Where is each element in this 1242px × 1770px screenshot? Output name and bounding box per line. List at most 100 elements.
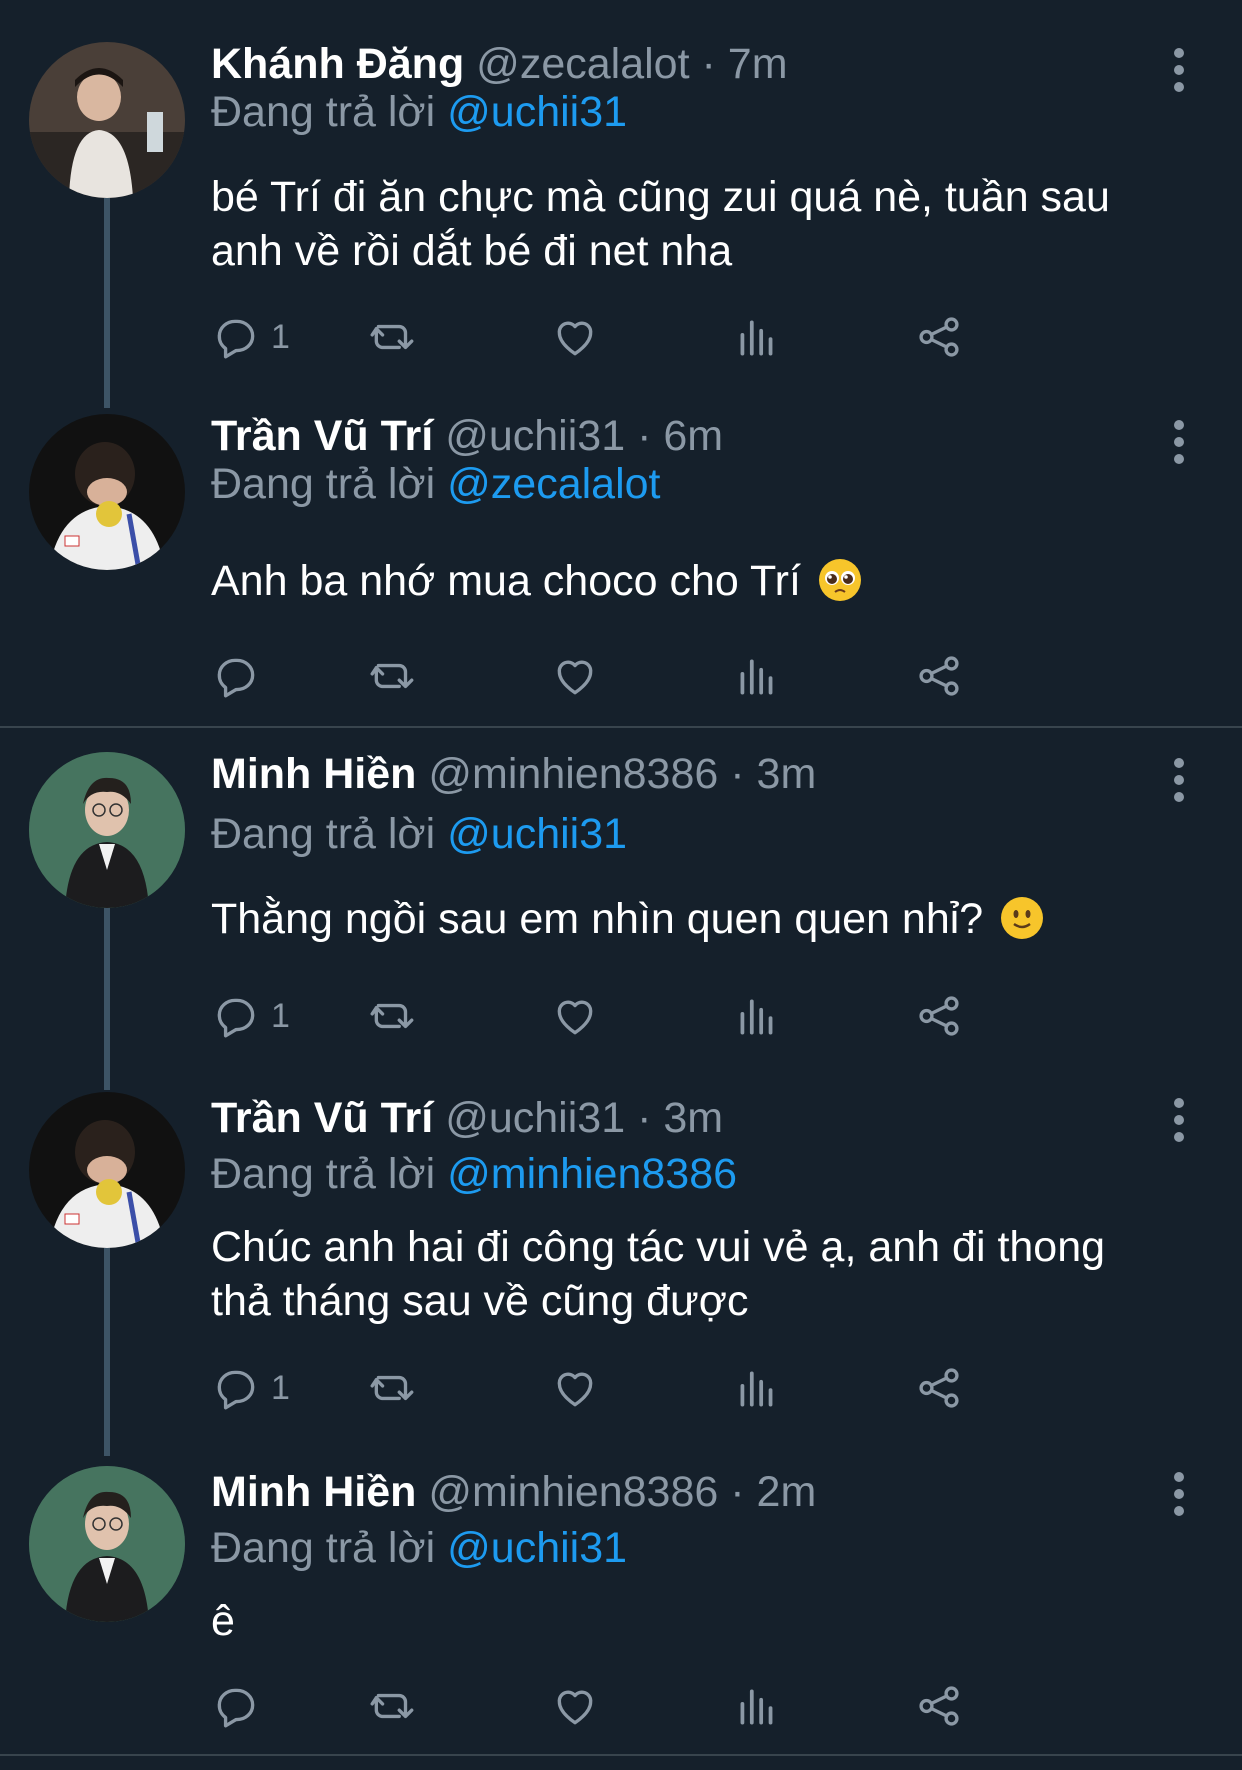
retweet-button[interactable] <box>368 309 418 365</box>
retweet-icon <box>368 312 418 362</box>
share-icon <box>914 651 964 701</box>
replying-to-label: Đang trả lời <box>211 460 436 508</box>
mention-link[interactable]: @uchii31 <box>447 810 627 858</box>
conversation-divider <box>0 1754 1242 1756</box>
more-vertical-icon[interactable] <box>1164 1472 1194 1516</box>
avatar[interactable] <box>29 42 185 198</box>
action-bar: 1 <box>211 1360 1111 1416</box>
author-handle[interactable]: @minhien8386 <box>428 750 718 798</box>
author-handle[interactable]: @minhien8386 <box>428 1468 718 1516</box>
author-name[interactable]: Khánh Đăng <box>211 40 464 88</box>
avatar[interactable] <box>29 1466 185 1622</box>
reply-button[interactable]: 1 <box>211 988 290 1044</box>
share-button[interactable] <box>914 1678 964 1734</box>
replying-to: Đang trả lời @uchii31 <box>211 1522 627 1574</box>
more-vertical-icon[interactable] <box>1164 420 1194 464</box>
tweet-text-container: Anh ba nhớ mua choco cho Trí <box>211 554 1161 608</box>
reply-icon <box>211 651 261 701</box>
replying-to-label: Đang trả lời <box>211 1524 436 1572</box>
timestamp[interactable]: 2m <box>757 1468 817 1516</box>
avatar[interactable] <box>29 1092 185 1248</box>
like-button[interactable] <box>550 1678 600 1734</box>
views-button[interactable] <box>732 1678 782 1734</box>
conversation-divider <box>0 726 1242 728</box>
more-vertical-icon[interactable] <box>1164 48 1194 92</box>
replying-to: Đang trả lời @zecalalot <box>211 458 661 510</box>
retweet-button[interactable] <box>368 988 418 1044</box>
replying-to-label: Đang trả lời <box>211 1150 436 1198</box>
views-button[interactable] <box>732 309 782 365</box>
like-button[interactable] <box>550 309 600 365</box>
retweet-icon <box>368 651 418 701</box>
retweet-button[interactable] <box>368 1678 418 1734</box>
more-vertical-icon[interactable] <box>1164 1098 1194 1142</box>
replying-to-label: Đang trả lời <box>211 810 436 858</box>
author-name[interactable]: Trần Vũ Trí <box>211 412 433 460</box>
mention-link[interactable]: @uchii31 <box>447 1524 627 1572</box>
author-name[interactable]: Trần Vũ Trí <box>211 1094 433 1142</box>
share-button[interactable] <box>914 648 964 704</box>
replying-to-label: Đang trả lời <box>211 88 436 136</box>
views-icon <box>732 1363 782 1413</box>
avatar[interactable] <box>29 414 185 570</box>
share-button[interactable] <box>914 988 964 1044</box>
retweet-button[interactable] <box>368 648 418 704</box>
timestamp[interactable]: 3m <box>757 750 817 798</box>
avatar[interactable] <box>29 752 185 908</box>
reply-icon <box>211 1363 261 1413</box>
views-button[interactable] <box>732 988 782 1044</box>
separator-dot: · <box>701 40 716 88</box>
reply-button[interactable]: 1 <box>211 309 290 365</box>
heart-icon <box>550 312 600 362</box>
action-bar: 1 <box>211 988 1111 1044</box>
mention-link[interactable]: @zecalalot <box>447 460 660 508</box>
like-button[interactable] <box>550 988 600 1044</box>
thread-line <box>104 180 110 408</box>
retweet-icon <box>368 1363 418 1413</box>
author-handle[interactable]: @uchii31 <box>445 412 625 460</box>
separator-dot: · <box>637 412 652 460</box>
tweet-header: Khánh Đăng @zecalalot · 7m <box>211 38 788 90</box>
separator-dot: · <box>730 750 745 798</box>
tweet-text-container: Thằng ngồi sau em nhìn quen quen nhỉ? <box>211 892 1161 946</box>
reply-count: 1 <box>271 996 290 1035</box>
avatar-photo <box>29 42 185 198</box>
author-name[interactable]: Minh Hiền <box>211 750 416 798</box>
retweet-button[interactable] <box>368 1360 418 1416</box>
more-vertical-icon[interactable] <box>1164 758 1194 802</box>
reply-button[interactable]: 1 <box>211 1360 290 1416</box>
thread-line <box>104 1246 110 1456</box>
reply-button[interactable] <box>211 1678 271 1734</box>
heart-icon <box>550 1363 600 1413</box>
reply-icon <box>211 991 261 1041</box>
timestamp[interactable]: 7m <box>728 40 788 88</box>
author-name[interactable]: Minh Hiền <box>211 1468 416 1516</box>
author-handle[interactable]: @uchii31 <box>445 1094 625 1142</box>
reply-button[interactable] <box>211 648 271 704</box>
views-button[interactable] <box>732 1360 782 1416</box>
like-button[interactable] <box>550 648 600 704</box>
share-button[interactable] <box>914 309 964 365</box>
action-bar <box>211 648 1111 704</box>
retweet-icon <box>368 1681 418 1731</box>
like-button[interactable] <box>550 1360 600 1416</box>
share-icon <box>914 1363 964 1413</box>
tweet-text: Thằng ngồi sau em nhìn quen quen nhỉ? <box>211 895 984 943</box>
action-bar: 1 <box>211 309 1111 365</box>
avatar-photo <box>29 414 185 570</box>
mention-link[interactable]: @minhien8386 <box>447 1150 737 1198</box>
share-icon <box>914 1681 964 1731</box>
timestamp[interactable]: 6m <box>663 412 723 460</box>
replying-to: Đang trả lời @uchii31 <box>211 808 627 860</box>
author-handle[interactable]: @zecalalot <box>476 40 689 88</box>
timestamp[interactable]: 3m <box>663 1094 723 1142</box>
share-button[interactable] <box>914 1360 964 1416</box>
separator-dot: · <box>637 1094 652 1142</box>
mention-link[interactable]: @uchii31 <box>447 88 627 136</box>
action-bar <box>211 1678 1111 1734</box>
views-button[interactable] <box>732 648 782 704</box>
tweet-text: Chúc anh hai đi công tác vui vẻ ạ, anh đ… <box>211 1223 1106 1325</box>
replying-to: Đang trả lời @minhien8386 <box>211 1148 737 1200</box>
tweet-header: Minh Hiền @minhien8386 · 3m <box>211 748 816 800</box>
tweet-header: Trần Vũ Trí @uchii31 · 6m <box>211 410 723 462</box>
